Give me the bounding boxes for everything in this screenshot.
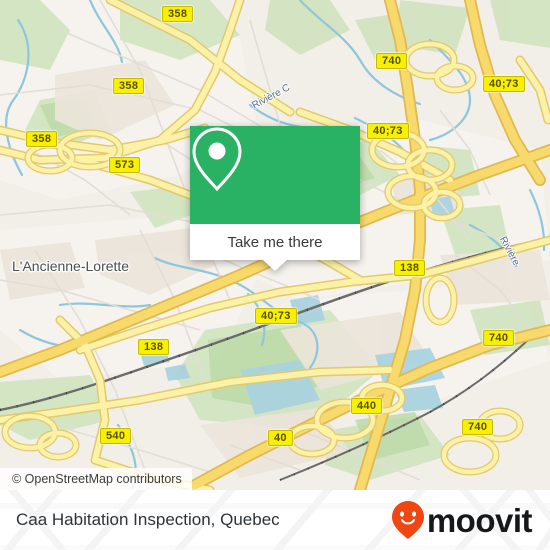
map-pin-icon [192, 127, 242, 192]
take-me-there-label: Take me there [227, 233, 323, 251]
road-shield-40[interactable]: 40 [268, 430, 293, 446]
callout-pointer-tail [263, 260, 287, 271]
osm-attribution[interactable]: © OpenStreetMap contributors [0, 468, 192, 490]
moovit-logo[interactable]: moovit [391, 500, 533, 540]
road-shield-358-north[interactable]: 358 [162, 6, 194, 22]
location-callout-card[interactable]: Take me there [190, 126, 360, 271]
moovit-map-screenshot: L'Ancienne-Lorette Rivière C Rivière 358… [0, 0, 550, 550]
callout-marker-panel [190, 126, 360, 224]
take-me-there-button[interactable]: Take me there [190, 224, 360, 271]
place-label-lanciennelorette: L'Ancienne-Lorette [12, 258, 130, 274]
road-shield-573[interactable]: 573 [109, 157, 141, 173]
road-shield-440[interactable]: 440 [351, 398, 383, 414]
osm-attribution-text: © OpenStreetMap contributors [12, 472, 182, 486]
road-shield-138-east[interactable]: 138 [394, 260, 426, 276]
road-shield-358-mid[interactable]: 358 [113, 78, 145, 94]
page-title: Caa Habitation Inspection, Quebec [16, 510, 280, 529]
road-shield-138-west[interactable]: 138 [138, 339, 170, 355]
road-shield-740-east[interactable]: 740 [483, 330, 515, 346]
road-shield-740-north[interactable]: 740 [376, 53, 408, 69]
map-canvas[interactable]: L'Ancienne-Lorette Rivière C Rivière 358… [0, 0, 550, 490]
road-shield-4073-topright[interactable]: 40;73 [483, 76, 525, 92]
road-shield-4073-mid[interactable]: 40;73 [367, 123, 409, 139]
moovit-wordmark: moovit [426, 501, 533, 539]
footer-content: Caa Habitation Inspection, Quebec moovit [0, 490, 550, 550]
footer-bar: Caa Habitation Inspection, Quebec moovit [0, 490, 550, 550]
road-shield-4073-center[interactable]: 40;73 [255, 308, 297, 324]
moovit-smiley-pin-icon [391, 501, 424, 539]
road-shield-540[interactable]: 540 [100, 428, 132, 444]
road-shield-358-west[interactable]: 358 [26, 131, 58, 147]
road-shield-740-south[interactable]: 740 [462, 419, 494, 435]
